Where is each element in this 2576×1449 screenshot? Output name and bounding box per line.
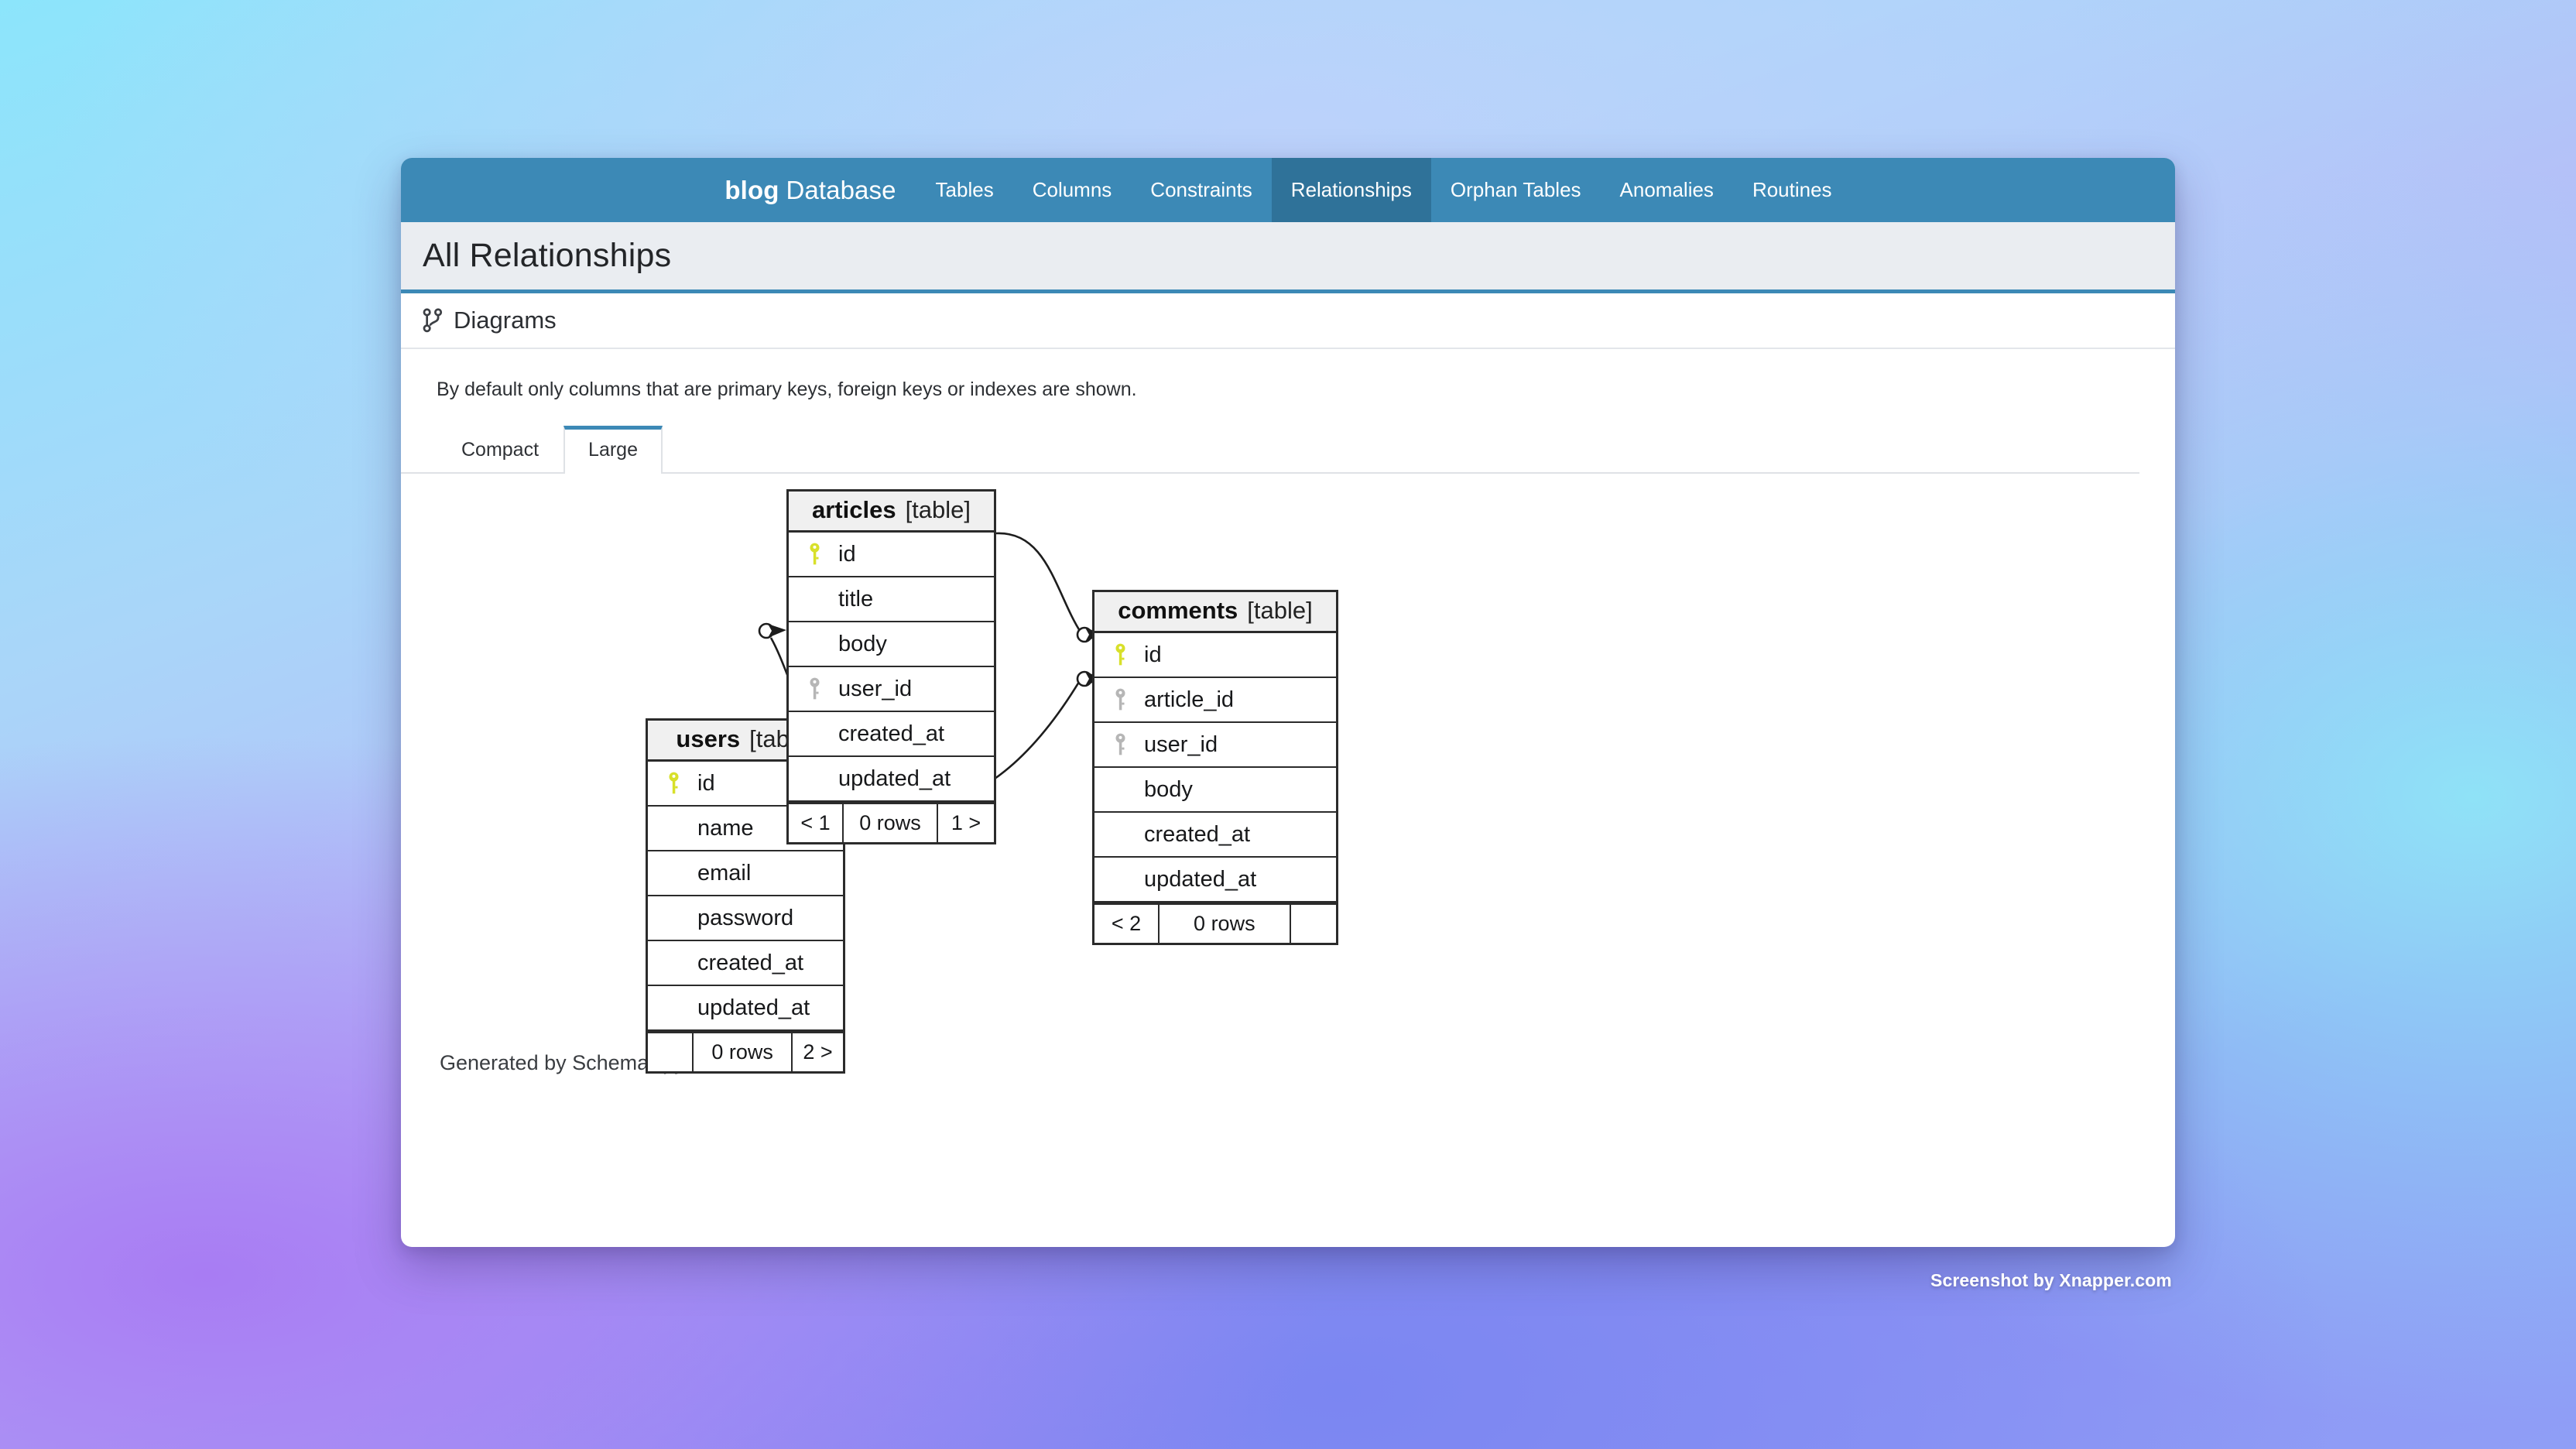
er-table-type: [table] xyxy=(1247,597,1312,624)
er-footer-next[interactable] xyxy=(1291,905,1336,943)
foreign-key-icon xyxy=(1105,733,1135,756)
nav-item-columns[interactable]: Columns xyxy=(1013,158,1132,222)
main-navbar: blog Database Tables Columns Constraints… xyxy=(401,158,2175,222)
er-footer-rowcount: 0 rows xyxy=(844,804,938,842)
er-table-name: articles xyxy=(812,496,896,523)
er-column-name: password xyxy=(688,906,793,931)
tab-large[interactable]: Large xyxy=(564,426,663,474)
page-title-bar: All Relationships xyxy=(401,222,2175,293)
er-footer-next[interactable]: 1 > xyxy=(938,804,994,842)
nav-item-constraints[interactable]: Constraints xyxy=(1131,158,1272,222)
er-column-row[interactable]: updated_at xyxy=(789,757,994,802)
er-column-name: updated_at xyxy=(829,766,951,792)
er-column-name: created_at xyxy=(688,951,803,976)
er-column-row[interactable]: created_at xyxy=(1094,813,1336,858)
diagram-tabs: Compact Large xyxy=(401,424,2139,474)
foreign-key-icon xyxy=(800,677,829,701)
er-column-row[interactable]: user_id xyxy=(1094,723,1336,768)
xnapper-watermark: Screenshot by Xnapper.com xyxy=(1930,1270,2172,1291)
diagram-hint-text: By default only columns that are primary… xyxy=(437,379,2175,401)
er-column-row[interactable]: updated_at xyxy=(1094,858,1336,903)
nav-item-tables[interactable]: Tables xyxy=(916,158,1013,222)
nav-item-anomalies[interactable]: Anomalies xyxy=(1601,158,1733,222)
brand-suffix: Database xyxy=(786,176,896,205)
er-footer-prev[interactable] xyxy=(648,1033,694,1071)
browser-window: blog Database Tables Columns Constraints… xyxy=(401,158,2175,1247)
er-column-name: user_id xyxy=(1135,732,1218,758)
er-column-name: article_id xyxy=(1135,687,1234,713)
er-table-type: [table] xyxy=(906,496,971,523)
nav-item-orphan-tables[interactable]: Orphan Tables xyxy=(1431,158,1601,222)
primary-key-icon xyxy=(1105,643,1135,666)
foreign-key-icon xyxy=(1105,688,1135,711)
page-title: All Relationships xyxy=(423,237,671,275)
er-footer-prev[interactable]: < 1 xyxy=(789,804,844,842)
er-footer-rowcount: 0 rows xyxy=(1160,905,1291,943)
nav-item-routines[interactable]: Routines xyxy=(1733,158,1852,222)
er-table-header: comments [table] xyxy=(1094,592,1336,633)
panel-body: By default only columns that are primary… xyxy=(401,349,2175,1098)
edge-articles-comments xyxy=(996,533,1081,633)
er-table-header: articles [table] xyxy=(789,492,994,533)
er-column-row[interactable]: title xyxy=(789,577,994,622)
er-table-footer: 0 rows 2 > xyxy=(648,1031,843,1071)
er-column-row[interactable]: user_id xyxy=(789,667,994,712)
brand-name: blog xyxy=(724,176,779,205)
er-column-name: email xyxy=(688,861,751,886)
primary-key-icon xyxy=(800,543,829,566)
er-column-row[interactable]: body xyxy=(1094,768,1336,813)
er-column-name: id xyxy=(688,771,715,796)
er-column-name: name xyxy=(688,816,754,841)
er-column-name: created_at xyxy=(1135,822,1250,848)
er-diagram: users [table] id name email xyxy=(437,486,1365,1098)
git-branch-icon xyxy=(423,308,443,333)
tab-compact[interactable]: Compact xyxy=(437,426,564,474)
er-column-name: body xyxy=(1135,777,1193,803)
er-column-row[interactable]: id xyxy=(789,533,994,577)
er-table-footer: < 1 0 rows 1 > xyxy=(789,802,994,842)
diagrams-panel-header: Diagrams xyxy=(401,293,2175,349)
er-table-articles[interactable]: articles [table] id title body xyxy=(786,489,996,844)
er-footer-rowcount: 0 rows xyxy=(694,1033,793,1071)
er-column-row[interactable]: created_at xyxy=(789,712,994,757)
er-column-name: updated_at xyxy=(1135,867,1256,892)
er-column-row[interactable]: created_at xyxy=(648,941,843,986)
er-column-name: id xyxy=(1135,642,1162,668)
er-footer-prev[interactable]: < 2 xyxy=(1094,905,1160,943)
primary-key-icon xyxy=(659,772,688,795)
er-column-name: id xyxy=(829,542,856,567)
er-column-name: body xyxy=(829,632,887,657)
er-column-row[interactable]: body xyxy=(789,622,994,667)
er-table-footer: < 2 0 rows xyxy=(1094,903,1336,943)
er-column-name: updated_at xyxy=(688,995,810,1021)
er-table-comments[interactable]: comments [table] id article_id xyxy=(1092,590,1338,945)
er-column-row[interactable]: article_id xyxy=(1094,678,1336,723)
er-column-row[interactable]: updated_at xyxy=(648,986,843,1031)
er-column-row[interactable]: email xyxy=(648,851,843,896)
er-column-name: user_id xyxy=(829,677,912,702)
er-table-name: comments xyxy=(1118,597,1238,624)
er-table-name: users xyxy=(676,725,740,752)
diagrams-panel-label: Diagrams xyxy=(454,307,557,334)
nav-item-relationships[interactable]: Relationships xyxy=(1272,158,1431,222)
er-column-row[interactable]: password xyxy=(648,896,843,941)
er-footer-next[interactable]: 2 > xyxy=(793,1033,843,1071)
er-column-row[interactable]: id xyxy=(1094,633,1336,678)
brand-logo[interactable]: blog Database xyxy=(724,158,916,222)
er-column-name: title xyxy=(829,587,873,612)
er-column-name: created_at xyxy=(829,721,944,747)
